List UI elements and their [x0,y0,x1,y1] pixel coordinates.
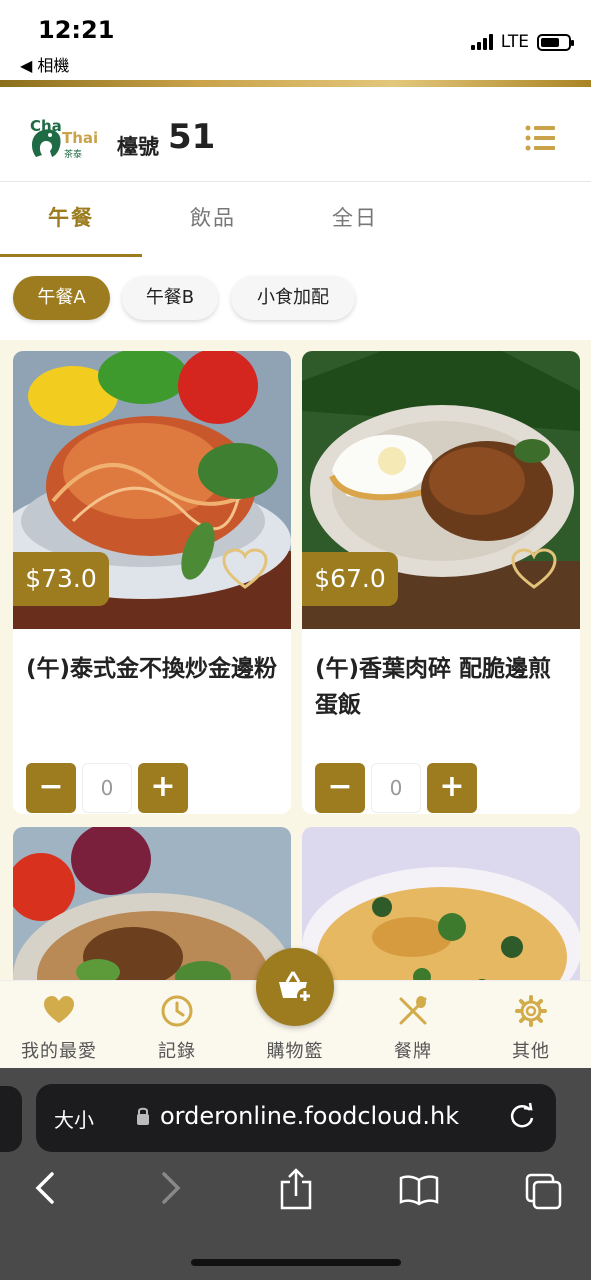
previous-tab-stub[interactable] [0,1086,22,1152]
nav-favorites-label: 我的最愛 [21,1041,97,1062]
nav-history[interactable]: 記錄 [118,981,236,1069]
list-menu-icon[interactable] [525,125,555,151]
clock-icon [161,995,193,1027]
table-label: 檯號 [117,135,159,159]
text-size-button[interactable]: 大小 [54,1104,94,1133]
nav-menu-label: 餐牌 [394,1041,432,1062]
status-indicators: LTE [470,32,574,52]
active-tab-indicator [0,254,142,257]
price-badge: $73.0 [13,552,109,606]
cart-button[interactable] [256,948,334,1026]
home-indicator [191,1259,401,1266]
product-name: (午)香葉肉碎 配脆邊煎蛋飯 [315,656,552,718]
chathai-logo: Cha Thai 茶泰 [30,117,98,160]
increase-button[interactable]: + [138,763,188,813]
reload-icon[interactable] [508,1102,536,1132]
product-card[interactable] [13,827,291,980]
clock: 12:21 [38,16,115,44]
quantity-stepper: − 0 + [26,763,188,813]
logo-text-cha: Cha [30,117,62,135]
heart-outline-icon[interactable] [221,547,269,591]
app-header: Cha Thai 茶泰 檯號 51 [0,87,591,182]
decrease-button[interactable]: − [315,763,365,813]
utensils-icon [399,996,427,1025]
product-photo-stirfry[interactable] [13,827,291,980]
quantity-value[interactable]: 0 [82,763,132,813]
page: 12:21 ◀ 相機 LTE Cha Thai 茶泰 檯號 51 午餐 飲品 全… [0,0,591,1280]
signal-icon [470,34,493,50]
address-bar[interactable]: 大小 orderonline.foodcloud.hk [36,1084,556,1152]
nav-history-label: 記錄 [158,1041,196,1062]
product-card[interactable]: $73.0 (午)泰式金不換炒金邊粉 − 0 + [13,351,291,814]
browser-chrome: 大小 orderonline.foodcloud.hk [0,1068,591,1280]
quantity-value[interactable]: 0 [371,763,421,813]
tab-all-day[interactable]: 全日 [284,182,426,258]
product-grid: $73.0 (午)泰式金不換炒金邊粉 − 0 + $67.0 (午)香葉肉碎 配… [0,340,591,980]
price-badge: $67.0 [302,552,398,606]
chip-snacks-addon[interactable]: 小食加配 [231,276,355,320]
forward-arrow-icon [162,1172,181,1204]
gear-icon [515,995,547,1027]
heart-icon [44,996,74,1023]
lock-icon [137,1107,149,1125]
url-text[interactable]: orderonline.foodcloud.hk [160,1102,459,1130]
tab-lunch[interactable]: 午餐 [0,182,142,258]
logo-text-thai: Thai [62,129,98,147]
table-number: 51 [168,117,216,157]
back-arrow-icon[interactable] [34,1170,56,1206]
chip-lunch-a[interactable]: 午餐A [13,276,110,320]
product-card[interactable] [302,827,580,980]
logo-text-chinese: 茶泰 [64,148,82,160]
share-icon[interactable] [278,1168,314,1212]
nav-other-label: 其他 [512,1041,550,1062]
network-type: LTE [500,32,529,52]
quantity-stepper: − 0 + [315,763,477,813]
gold-divider [0,80,591,87]
heart-outline-icon[interactable] [510,547,558,591]
basket-icon [279,971,313,1004]
category-tabs: 午餐 飲品 全日 [0,182,591,258]
back-to-camera-link[interactable]: ◀ 相機 [20,52,69,76]
nav-cart-label: 購物籃 [266,1041,324,1062]
status-bar: 12:21 ◀ 相機 LTE [0,0,591,80]
tab-drinks[interactable]: 飲品 [142,182,284,258]
chip-lunch-b[interactable]: 午餐B [122,276,218,320]
increase-button[interactable]: + [427,763,477,813]
battery-icon [537,33,574,51]
product-card[interactable]: $67.0 (午)香葉肉碎 配脆邊煎蛋飯 − 0 + [302,351,580,814]
nav-favorites[interactable]: 我的最愛 [0,981,118,1069]
decrease-button[interactable]: − [26,763,76,813]
tabs-icon[interactable] [524,1172,564,1210]
product-name: (午)泰式金不換炒金邊粉 [26,656,278,682]
nav-other[interactable]: 其他 [472,981,590,1069]
bookmarks-icon[interactable] [398,1174,440,1206]
product-photo-omelette[interactable] [302,827,580,980]
nav-menu[interactable]: 餐牌 [354,981,472,1069]
